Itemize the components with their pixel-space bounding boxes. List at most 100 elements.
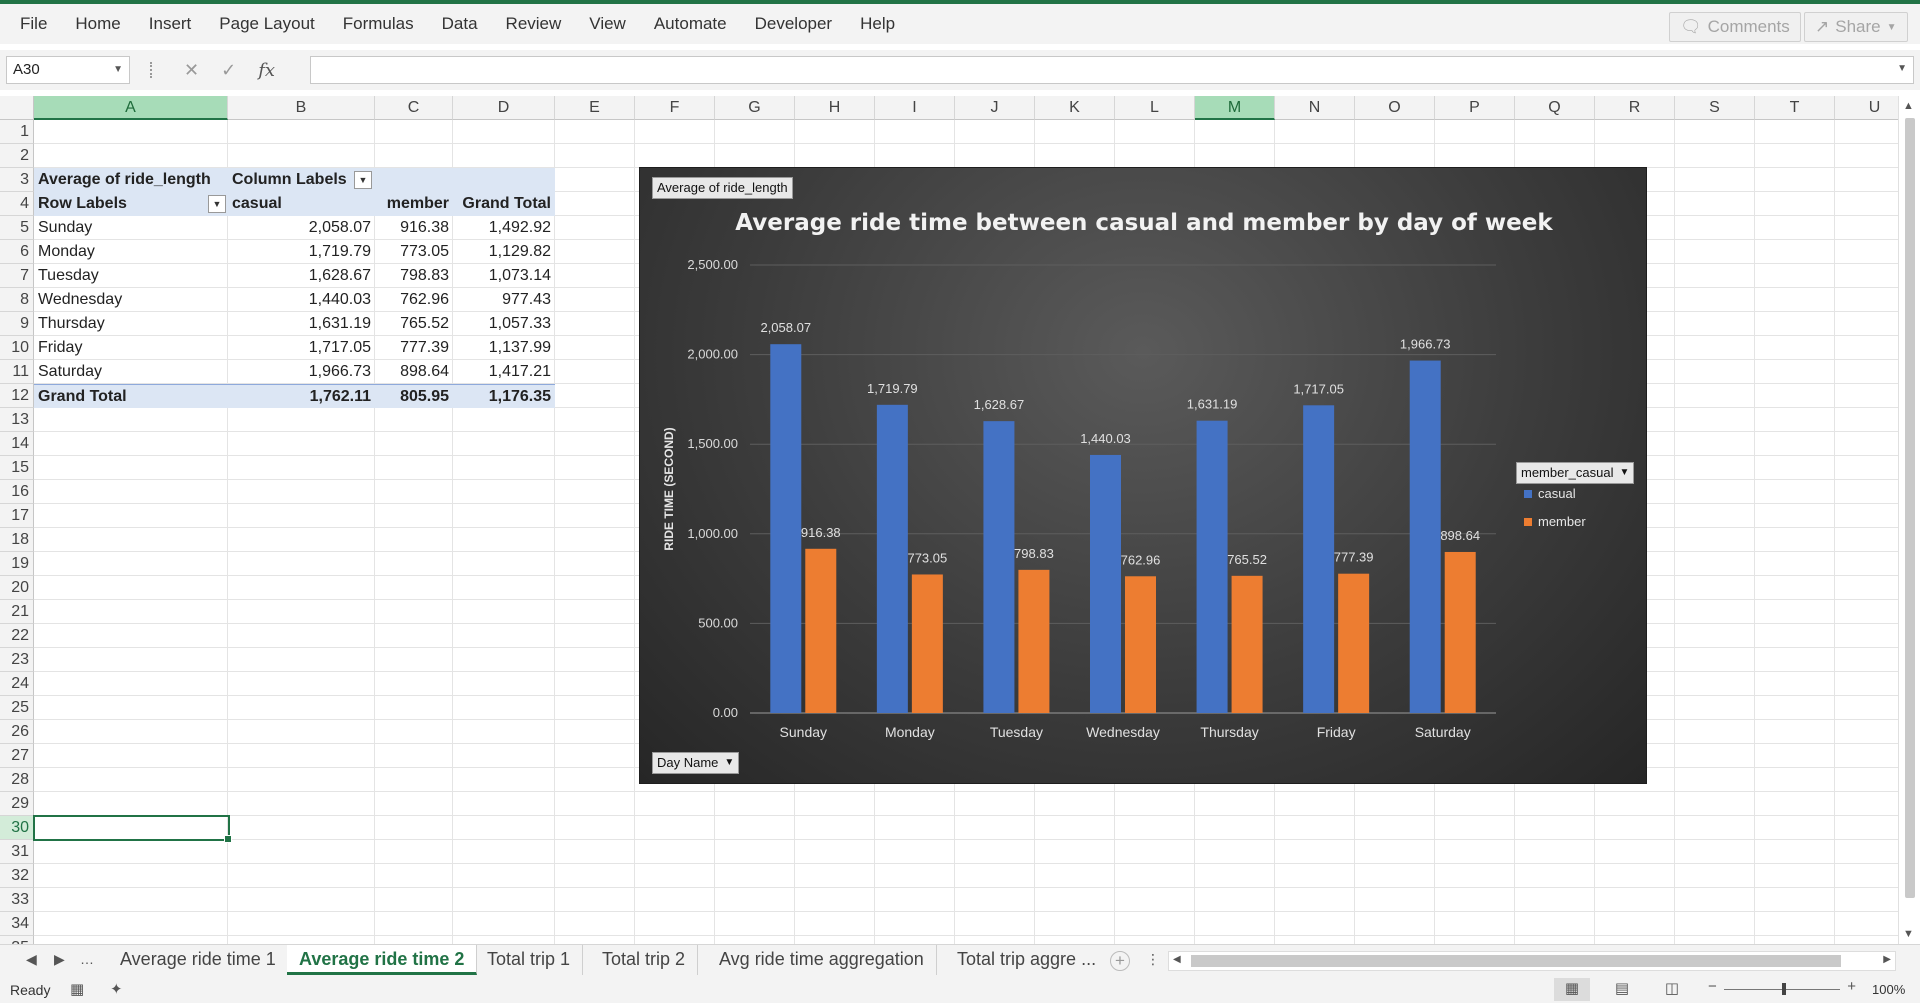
pivot-cell-total[interactable]: 1,057.33 bbox=[453, 312, 555, 336]
enter-icon[interactable]: ✓ bbox=[221, 60, 236, 81]
share-button[interactable]: ↗ Share ▼ bbox=[1804, 12, 1908, 42]
row-header-2[interactable]: 2 bbox=[0, 144, 34, 168]
zoom-percentage[interactable]: 100% bbox=[1872, 982, 1905, 997]
vertical-scroll-thumb[interactable] bbox=[1905, 118, 1915, 898]
page-layout-view-icon[interactable]: ▤ bbox=[1604, 978, 1640, 1001]
row-header-20[interactable]: 20 bbox=[0, 576, 34, 600]
pivot-cell-member[interactable]: 762.96 bbox=[375, 288, 453, 312]
tab-total-trip-2[interactable]: Total trip 2 bbox=[590, 945, 699, 975]
next-sheet-icon[interactable]: ▶ bbox=[54, 951, 65, 968]
scroll-down-icon[interactable]: ▼ bbox=[1903, 928, 1914, 940]
column-header-p[interactable]: P bbox=[1435, 96, 1515, 120]
row-header-12[interactable]: 12 bbox=[0, 384, 34, 408]
active-cell-a30[interactable] bbox=[33, 815, 232, 843]
menu-insert[interactable]: Insert bbox=[135, 4, 206, 44]
pivot-row-label[interactable]: Tuesday bbox=[34, 264, 228, 288]
pivot-row-labels[interactable]: Row Labels bbox=[34, 192, 228, 216]
column-header-o[interactable]: O bbox=[1355, 96, 1435, 120]
pivot-row-label[interactable]: Friday bbox=[34, 336, 228, 360]
row-header-31[interactable]: 31 bbox=[0, 840, 34, 864]
menu-developer[interactable]: Developer bbox=[741, 4, 847, 44]
row-header-35[interactable]: 35 bbox=[0, 936, 34, 944]
insert-function-icon[interactable]: fx bbox=[258, 60, 275, 81]
pivot-cell-member[interactable]: 773.05 bbox=[375, 240, 453, 264]
row-header-13[interactable]: 13 bbox=[0, 408, 34, 432]
pivot-grand-total-label[interactable]: Grand Total bbox=[34, 384, 228, 408]
scroll-up-icon[interactable]: ▲ bbox=[1903, 100, 1914, 112]
pivot-column-labels[interactable]: Column Labels bbox=[228, 168, 375, 192]
row-header-22[interactable]: 22 bbox=[0, 624, 34, 648]
column-header-a[interactable]: A bbox=[34, 96, 228, 120]
vertical-scrollbar[interactable]: ▲ ▼ bbox=[1898, 96, 1920, 944]
pivot-cell-total[interactable]: 1,492.92 bbox=[453, 216, 555, 240]
pivot-row-label[interactable]: Monday bbox=[34, 240, 228, 264]
pivot-cell-member[interactable]: 777.39 bbox=[375, 336, 453, 360]
menu-automate[interactable]: Automate bbox=[640, 4, 741, 44]
zoom-slider[interactable]: − + bbox=[1704, 978, 1860, 997]
pivot-values-label[interactable]: Average of ride_length bbox=[34, 168, 228, 192]
pivot-cell-member[interactable]: 916.38 bbox=[375, 216, 453, 240]
row-filter-button[interactable]: ▼ bbox=[208, 195, 226, 213]
column-header-n[interactable]: N bbox=[1275, 96, 1355, 120]
menu-formulas[interactable]: Formulas bbox=[329, 4, 428, 44]
comments-button[interactable]: 🗨 Comments bbox=[1669, 12, 1801, 42]
normal-view-icon[interactable]: ▦ bbox=[1554, 978, 1590, 1001]
zoom-in-icon[interactable]: + bbox=[1847, 978, 1856, 995]
column-header-f[interactable]: F bbox=[635, 96, 715, 120]
pivot-cell-total[interactable]: 977.43 bbox=[453, 288, 555, 312]
prev-sheet-icon[interactable]: ◀ bbox=[26, 951, 37, 968]
row-header-18[interactable]: 18 bbox=[0, 528, 34, 552]
zoom-out-icon[interactable]: − bbox=[1708, 978, 1717, 995]
tab-total-trip-aggregation[interactable]: Total trip aggre ... bbox=[945, 945, 1105, 975]
formula-bar-grip[interactable] bbox=[150, 62, 152, 78]
select-all-corner[interactable] bbox=[0, 96, 34, 120]
row-header-6[interactable]: 6 bbox=[0, 240, 34, 264]
row-header-15[interactable]: 15 bbox=[0, 456, 34, 480]
scroll-left-icon[interactable]: ◀ bbox=[1173, 954, 1181, 965]
pivot-cell-member[interactable]: 798.83 bbox=[375, 264, 453, 288]
pivot-cell-total[interactable]: 1,129.82 bbox=[453, 240, 555, 264]
pivot-cell-casual[interactable]: 1,628.67 bbox=[228, 264, 375, 288]
column-header-k[interactable]: K bbox=[1035, 96, 1115, 120]
horizontal-scrollbar[interactable]: ◀ ▶ bbox=[1168, 951, 1896, 971]
pivot-grand-total-casual[interactable]: 1,762.11 bbox=[228, 384, 375, 408]
pivot-cell-casual[interactable]: 2,058.07 bbox=[228, 216, 375, 240]
pivot-cell-casual[interactable]: 1,719.79 bbox=[228, 240, 375, 264]
menu-view[interactable]: View bbox=[575, 4, 640, 44]
tab-average-ride-time-1[interactable]: Average ride time 1 bbox=[108, 945, 289, 975]
pivot-cell-casual[interactable]: 1,717.05 bbox=[228, 336, 375, 360]
row-header-30[interactable]: 30 bbox=[0, 816, 34, 840]
formula-input[interactable]: ▼ bbox=[310, 56, 1914, 84]
row-header-8[interactable]: 8 bbox=[0, 288, 34, 312]
row-header-10[interactable]: 10 bbox=[0, 336, 34, 360]
pivot-cell-member[interactable]: 898.64 bbox=[375, 360, 453, 384]
pivot-row-label[interactable]: Thursday bbox=[34, 312, 228, 336]
menu-data[interactable]: Data bbox=[428, 4, 492, 44]
menu-review[interactable]: Review bbox=[492, 4, 576, 44]
row-header-27[interactable]: 27 bbox=[0, 744, 34, 768]
tab-avg-ride-time-aggregation[interactable]: Avg ride time aggregation bbox=[707, 945, 937, 975]
pivot-cell-total[interactable]: 1,073.14 bbox=[453, 264, 555, 288]
column-header-s[interactable]: S bbox=[1675, 96, 1755, 120]
pivot-cell-casual[interactable]: 1,440.03 bbox=[228, 288, 375, 312]
pivot-cell-casual[interactable]: 1,966.73 bbox=[228, 360, 375, 384]
column-header-e[interactable]: E bbox=[555, 96, 635, 120]
pivot-row-label[interactable]: Saturday bbox=[34, 360, 228, 384]
column-header-m[interactable]: M bbox=[1195, 96, 1275, 120]
pivot-row-label[interactable]: Wednesday bbox=[34, 288, 228, 312]
tab-total-trip-1[interactable]: Total trip 1 bbox=[475, 945, 584, 975]
pivot-cell-member[interactable]: 765.52 bbox=[375, 312, 453, 336]
pivot-grand-total-total[interactable]: 1,176.35 bbox=[453, 384, 555, 408]
cancel-icon[interactable]: ✕ bbox=[184, 60, 199, 81]
tab-average-ride-time-2[interactable]: Average ride time 2 bbox=[287, 945, 478, 975]
column-header-u[interactable]: U bbox=[1835, 96, 1898, 120]
macro-record-icon[interactable]: ▦ bbox=[70, 980, 84, 998]
values-field-button[interactable]: Average of ride_length bbox=[652, 177, 793, 199]
menu-home[interactable]: Home bbox=[61, 4, 134, 44]
column-header-b[interactable]: B bbox=[228, 96, 375, 120]
zoom-knob[interactable] bbox=[1782, 983, 1786, 995]
add-sheet-icon[interactable]: + bbox=[1110, 951, 1130, 971]
column-header-r[interactable]: R bbox=[1595, 96, 1675, 120]
pivot-row-label[interactable]: Sunday bbox=[34, 216, 228, 240]
axis-field-button[interactable]: Day Name ▼ bbox=[652, 752, 740, 774]
